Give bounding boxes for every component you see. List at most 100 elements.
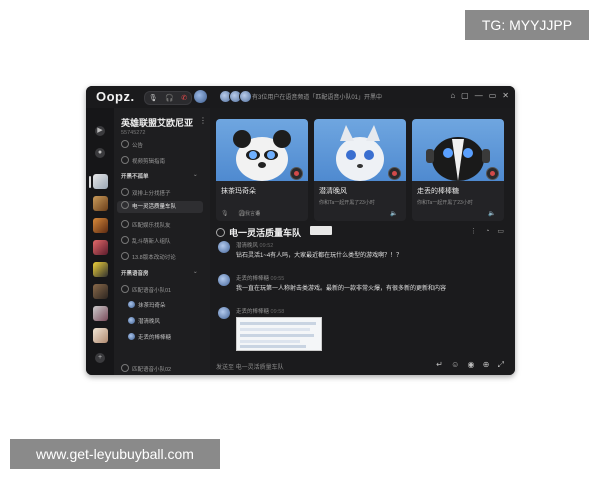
channel-match[interactable]: 匹配娱乐找队友 (121, 220, 171, 229)
app-window: Oopz. 🎙 🎧 ✆ 有3位用户在语音频道「匹配语音小队01」开黑中 ⌂ ▢ … (86, 86, 515, 375)
avatar (128, 317, 135, 324)
user-avatar[interactable] (194, 90, 207, 103)
channel-patch[interactable]: 13.8版本改动讨论 (121, 252, 176, 261)
channel-panel: 英雄联盟艾欧尼亚 ⋮ 55745272 公告 视频剪辑指南 开黑不孤单 ⌄ 双排上… (114, 108, 210, 375)
message-author: 走丢的棒棒糖 09:58 (236, 309, 285, 315)
notice-avatars (219, 90, 252, 103)
speaker-icon[interactable]: 🔈 (488, 210, 499, 217)
channel-video-guide[interactable]: 视频剪辑指南 (121, 156, 165, 165)
user-name: 抹茶玛奇朵 (138, 303, 166, 309)
speaker-icon[interactable]: 🔈 (390, 210, 401, 217)
server-icon-8[interactable] (93, 328, 108, 343)
header-badge (310, 226, 332, 235)
maximize-icon[interactable]: ▭ (489, 91, 497, 100)
speaker-icon (121, 285, 129, 293)
card-title: 潜清晚风 (319, 188, 347, 195)
channel-label: 13.8版本改动讨论 (132, 255, 176, 261)
channel-icon (121, 188, 129, 196)
server-icon-6[interactable] (93, 284, 108, 299)
server-name: 英雄联盟艾欧尼亚 (121, 118, 194, 128)
voice-user[interactable]: 潜清晚风 (128, 317, 160, 325)
window-icon[interactable]: ▢ (461, 91, 469, 100)
message-input[interactable]: 发送至 电一灵活质量车队 (216, 362, 284, 371)
play-icon[interactable]: ▶ (95, 126, 105, 136)
channel-duo[interactable]: 双排上分找搭子 (121, 188, 171, 197)
channel-icon (121, 201, 129, 209)
chevron-down-icon: ⌄ (193, 172, 198, 178)
channel-icon (121, 220, 129, 228)
more-icon[interactable]: ⋮ (199, 116, 207, 125)
channel-label: 匹配语音小队01 (132, 288, 172, 294)
play-icon[interactable] (388, 167, 401, 180)
voice-channel[interactable]: 匹配语音小队01 (121, 285, 171, 294)
window-controls: ⌂ ▢ — ▭ ✕ (450, 91, 509, 100)
server-icon-2[interactable] (93, 196, 108, 211)
channel-icon (121, 236, 129, 244)
channel-active[interactable]: 电一灵活质量车队 (117, 201, 203, 213)
headphone-icon[interactable]: 🎧 (165, 94, 174, 102)
close-icon[interactable]: ✕ (502, 91, 509, 100)
add-server-icon[interactable]: + (95, 353, 105, 363)
voice-card[interactable]: 走丢的棒棒糖 你和Ta一起开黑了23小时 🔈 (412, 119, 504, 221)
server-icon-7[interactable] (93, 306, 108, 321)
card-title: 抹茶玛奇朵 (221, 188, 256, 195)
speaker-icon (121, 364, 129, 372)
chevron-down-icon: ⌄ (193, 269, 198, 275)
watermark-top: TG: MYYJJPP (465, 10, 589, 40)
play-icon[interactable] (486, 167, 499, 180)
message-author: 潜清晚风 09:52 (236, 243, 274, 249)
app-logo: Oopz. (96, 89, 135, 104)
server-icon-1[interactable] (93, 174, 108, 189)
input-toolbar[interactable]: ↵ ☺ ◉ ⊕ ⤢ (436, 360, 507, 370)
server-icon-5[interactable] (93, 262, 108, 277)
card-title: 走丢的棒棒糖 (417, 188, 459, 195)
channel-label: 公告 (132, 143, 144, 149)
avatar[interactable] (218, 241, 230, 253)
avatar (128, 301, 135, 308)
chat-header: 电一灵活质量车队 (216, 226, 301, 239)
group-header-2[interactable]: 开黑语音房 ⌄ (121, 269, 198, 277)
voice-user[interactable]: 走丢的棒棒糖 (128, 333, 171, 341)
book-icon (121, 156, 129, 164)
channel-aram[interactable]: 乱斗萌新人组队 (121, 236, 171, 245)
user-name: 潜清晚风 (138, 319, 161, 325)
channel-label: 双排上分找搭子 (132, 191, 171, 197)
voice-user[interactable]: 抹茶玛奇朵 (128, 301, 166, 309)
channel-icon (121, 252, 129, 260)
channel-label: 乱斗萌新人组队 (132, 239, 171, 245)
voice-card[interactable]: 抹茶玛奇朵 🎙 🎧 ⊗ 自我言语 (216, 119, 308, 221)
hangup-icon[interactable]: ✆ (181, 94, 187, 102)
chat-icon[interactable]: ● (95, 148, 105, 158)
card-subtitle: 自我言语 (240, 211, 261, 217)
main-panel: 抹茶玛奇朵 🎙 🎧 ⊗ 自我言语 潜清晚风 你和Ta一起开黑了23小时 🔈 走丢… (210, 108, 515, 375)
message-text: 钻石灵活1~4有人吗，大家最近都在玩什么类型的游戏啊？！？ (236, 253, 403, 259)
title-bar: Oopz. 🎙 🎧 ✆ 有3位用户在语音频道「匹配语音小队01」开黑中 ⌂ ▢ … (86, 86, 515, 108)
microphone-icon[interactable]: 🎙 (149, 94, 158, 102)
voice-notice[interactable]: 有3位用户在语音频道「匹配语音小队01」开黑中 (252, 92, 382, 101)
channel-label: 匹配娱乐找队友 (132, 223, 171, 229)
message-image[interactable] (236, 317, 322, 351)
server-id: 55745272 (121, 130, 146, 136)
card-subtitle: 你和Ta一起开黑了23小时 (319, 200, 375, 206)
chat-title: 电一灵活质量车队 (229, 228, 302, 238)
play-icon[interactable] (290, 167, 303, 180)
voice-channel-2[interactable]: 匹配语音小队02 (121, 364, 171, 373)
server-icon-3[interactable] (93, 218, 108, 233)
chat-tools[interactable]: ⋮ ◔ ▭ (470, 227, 507, 235)
avatar[interactable] (218, 274, 230, 286)
avatar[interactable] (218, 307, 230, 319)
card-subtitle: 你和Ta一起开黑了23小时 (417, 200, 473, 206)
message-text: 我一直在玩第一人称射击类游戏。最新的一款非常火爆，有很多新的更新和内容 (236, 286, 447, 292)
voice-control-pill[interactable]: 🎙 🎧 ✆ (144, 91, 192, 105)
channel-label: 电一灵活质量车队 (132, 204, 177, 210)
channel-announcements[interactable]: 公告 (121, 140, 143, 149)
home-icon[interactable]: ⌂ (450, 91, 455, 100)
channel-icon (216, 228, 225, 237)
server-icon-4[interactable] (93, 240, 108, 255)
channel-label: 匹配语音小队02 (132, 367, 172, 373)
group-header-1[interactable]: 开黑不孤单 ⌄ (121, 172, 198, 180)
user-name: 走丢的棒棒糖 (138, 335, 172, 341)
active-indicator (89, 176, 91, 188)
minimize-icon[interactable]: — (475, 91, 483, 100)
voice-card[interactable]: 潜清晚风 你和Ta一起开黑了23小时 🔈 (314, 119, 406, 221)
